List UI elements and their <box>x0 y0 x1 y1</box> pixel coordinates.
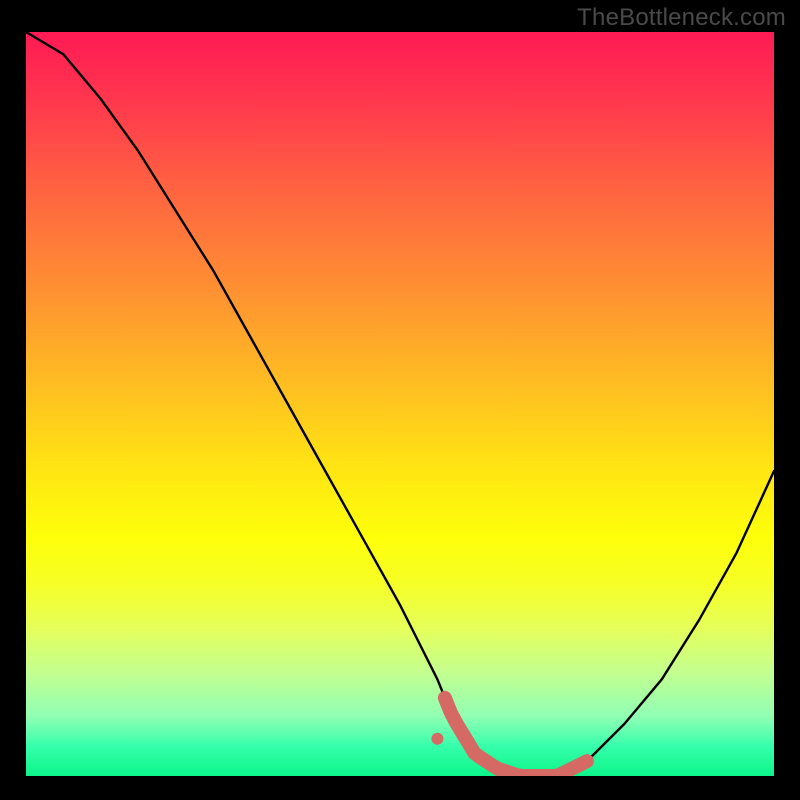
optimal-range <box>445 698 587 776</box>
chart-frame: TheBottleneck.com <box>0 0 800 800</box>
optimal-dot <box>431 733 443 745</box>
bottleneck-curve <box>26 32 774 776</box>
plot-area <box>26 32 774 776</box>
curve-svg <box>26 32 774 776</box>
watermark-label: TheBottleneck.com <box>577 4 786 32</box>
